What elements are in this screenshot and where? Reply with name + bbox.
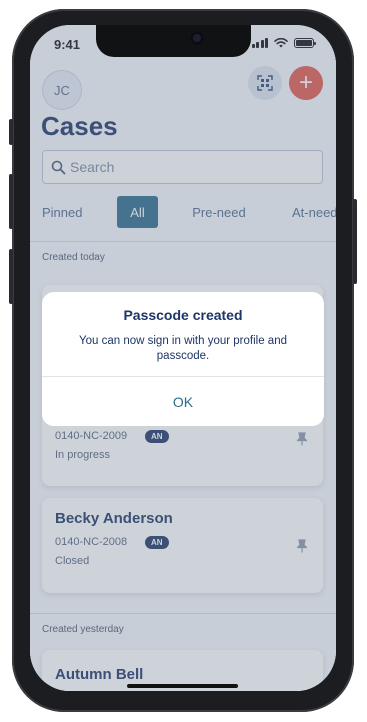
camera-icon <box>190 31 204 45</box>
dialog-message: You can now sign in with your profile an… <box>79 335 287 362</box>
power-button <box>353 199 357 284</box>
volume-up-button <box>9 174 13 229</box>
volume-down-button <box>9 249 13 304</box>
notch <box>96 25 251 57</box>
ok-button[interactable]: OK <box>42 377 324 426</box>
home-indicator[interactable] <box>127 684 238 688</box>
dialog-title: Passcode created <box>123 307 243 323</box>
passcode-created-dialog: Passcode created You can now sign in wit… <box>42 292 324 426</box>
screen: 9:41 JC + Cases Search Pinned All Pre-ne… <box>30 25 336 691</box>
mute-switch <box>9 119 13 145</box>
